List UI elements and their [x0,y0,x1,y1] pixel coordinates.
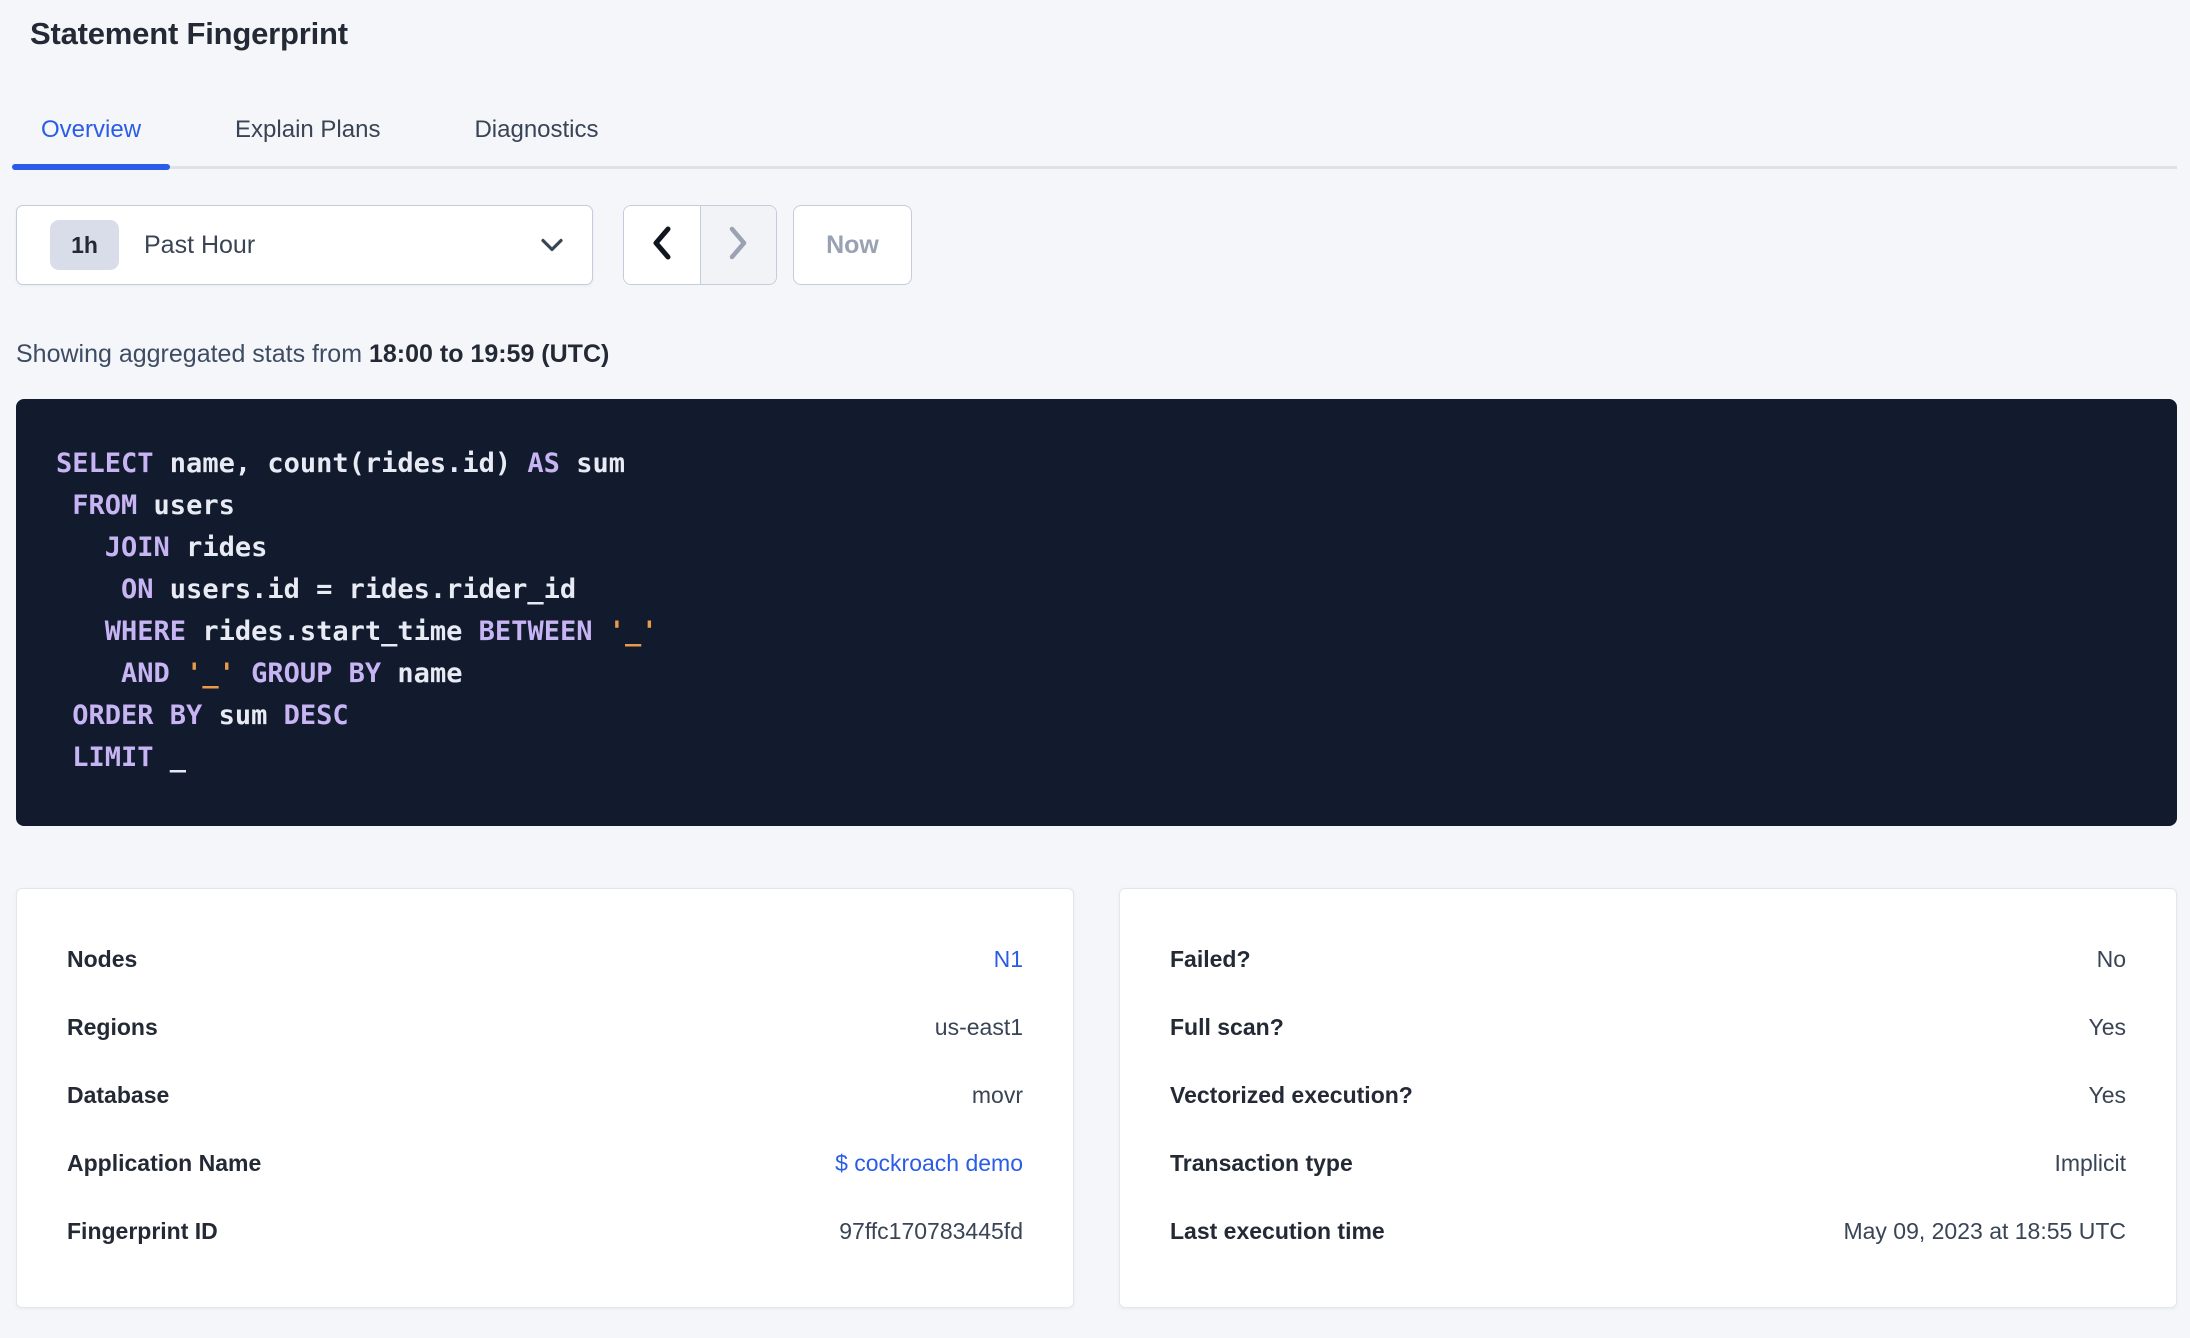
summary-row-failed: Failed? No [1170,925,2126,993]
chevron-right-icon [725,225,751,266]
row-label: Full scan? [1170,1013,1284,1040]
row-value: Yes [2088,1013,2126,1040]
row-label: Fingerprint ID [67,1217,218,1244]
summary-row-transaction-type: Transaction type Implicit [1170,1129,2126,1197]
nodes-link[interactable]: N1 [994,946,1023,973]
chevron-left-icon [649,225,675,266]
time-range-dropdown[interactable]: 1h Past Hour [16,205,593,285]
summary-row-application-name: Application Name $ cockroach demo [67,1129,1023,1197]
row-label: Nodes [67,945,138,972]
interval-badge: 1h [50,220,119,270]
tab-diagnostics[interactable]: Diagnostics [449,116,623,166]
tab-bar: Overview Explain Plans Diagnostics [11,116,2177,170]
row-label: Application Name [67,1149,262,1176]
summary-row-full-scan: Full scan? Yes [1170,993,2126,1061]
row-label: Failed? [1170,945,1251,972]
stats-prefix: Showing aggregated stats from [16,340,369,368]
summary-row-database: Database movr [67,1061,1023,1129]
row-label: Transaction type [1170,1149,1353,1176]
tab-overview[interactable]: Overview [11,116,171,170]
row-value: us-east1 [934,1013,1023,1040]
aggregated-stats-caption: Showing aggregated stats from 18:00 to 1… [16,340,2177,369]
time-controls: 1h Past Hour Now [16,205,2177,285]
row-value: 97ffc170783445fd [839,1217,1023,1244]
page-title: Statement Fingerprint [30,16,348,51]
row-value: movr [971,1081,1023,1108]
row-label: Last execution time [1170,1217,1385,1244]
next-interval-button[interactable] [699,206,776,284]
execution-attributes-card: Failed? No Full scan? Yes Vectorized exe… [1119,888,2177,1308]
summary-row-nodes: Nodes N1 [67,925,1023,993]
stats-time-range: 18:00 to 19:59 (UTC) [368,340,610,368]
summary-row-last-execution-time: Last execution time May 09, 2023 at 18:5… [1170,1197,2126,1265]
previous-interval-button[interactable] [624,206,700,284]
application-name-link[interactable]: $ cockroach demo [835,1150,1023,1177]
row-label: Vectorized execution? [1170,1081,1413,1108]
row-value: No [2096,945,2126,972]
summary-row-fingerprint-id: Fingerprint ID 97ffc170783445fd [67,1197,1023,1265]
summary-row-regions: Regions us-east1 [67,993,1023,1061]
row-label: Regions [67,1013,158,1040]
sql-statement-box: SELECT name, count(rides.id) AS sum FROM… [16,399,2177,826]
row-value: Implicit [2054,1149,2126,1176]
time-step-buttons [623,205,777,285]
summary-cards: Nodes N1 Regions us-east1 Database movr … [16,888,2177,1308]
row-label: Database [67,1081,170,1108]
row-value: May 09, 2023 at 18:55 UTC [1843,1217,2126,1244]
chevron-down-icon [540,238,564,252]
summary-row-vectorized: Vectorized execution? Yes [1170,1061,2126,1129]
statement-details-card: Nodes N1 Regions us-east1 Database movr … [16,888,1074,1308]
tab-explain-plans[interactable]: Explain Plans [210,116,405,166]
time-range-label: Past Hour [144,230,256,259]
sql-code: SELECT name, count(rides.id) AS sum FROM… [56,448,658,773]
row-value: Yes [2088,1081,2126,1108]
statement-fingerprint-page: Statement Fingerprint Overview Explain P… [11,16,2177,1308]
now-button[interactable]: Now [793,205,912,285]
